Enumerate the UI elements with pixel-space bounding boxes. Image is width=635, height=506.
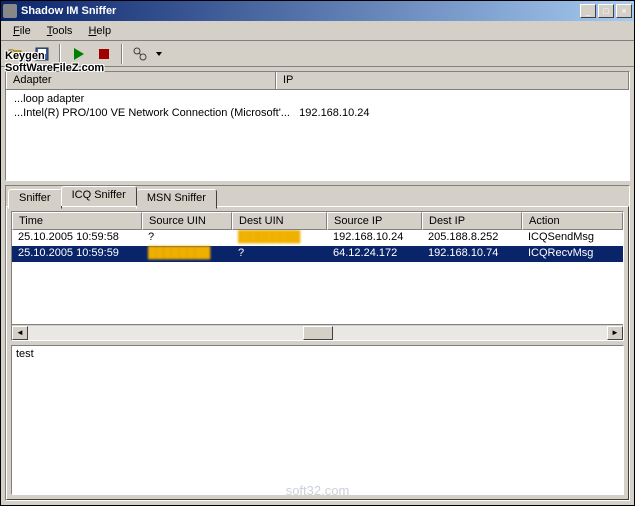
minimize-button[interactable]: _ xyxy=(580,4,596,18)
filter-button[interactable] xyxy=(129,43,151,65)
maximize-button[interactable]: □ xyxy=(598,4,614,18)
col-dest-ip[interactable]: Dest IP xyxy=(422,212,522,230)
horizontal-scrollbar[interactable]: ◄ ► xyxy=(12,324,623,340)
tab-msn-sniffer[interactable]: MSN Sniffer xyxy=(136,189,217,209)
tab-strip: Sniffer ICQ Sniffer MSN Sniffer xyxy=(6,187,629,207)
scroll-thumb[interactable] xyxy=(303,326,333,340)
col-adapter[interactable]: Adapter xyxy=(6,72,276,89)
grid-body[interactable]: 25.10.2005 10:59:58 ? ████████ 192.168.1… xyxy=(12,230,623,324)
main-window: Shadow IM Sniffer _ □ × File Tools Help xyxy=(0,0,635,506)
menu-file[interactable]: File xyxy=(5,23,39,39)
col-source-uin[interactable]: Source UIN xyxy=(142,212,232,230)
table-row[interactable]: 25.10.2005 10:59:59 ████████ ? 64.12.24.… xyxy=(12,246,623,262)
scroll-left-button[interactable]: ◄ xyxy=(12,326,28,340)
tab-icq-sniffer[interactable]: ICQ Sniffer xyxy=(61,186,137,206)
titlebar[interactable]: Shadow IM Sniffer _ □ × xyxy=(1,1,634,21)
menu-tools[interactable]: Tools xyxy=(39,23,81,39)
window-title: Shadow IM Sniffer xyxy=(21,5,580,17)
start-button[interactable] xyxy=(67,43,89,65)
col-action[interactable]: Action xyxy=(522,212,623,230)
close-button[interactable]: × xyxy=(616,4,632,18)
menu-help[interactable]: Help xyxy=(80,23,119,39)
toolbar xyxy=(1,41,634,67)
chevron-down-icon xyxy=(156,52,162,56)
play-icon xyxy=(70,46,86,62)
toolbar-separator xyxy=(59,44,61,64)
app-icon xyxy=(3,4,17,18)
menubar: File Tools Help xyxy=(1,21,634,41)
col-source-ip[interactable]: Source IP xyxy=(327,212,422,230)
adapter-row[interactable]: ...Intel(R) PRO/100 VE Network Connectio… xyxy=(8,106,627,120)
toolbar-separator xyxy=(121,44,123,64)
folder-open-icon xyxy=(8,46,24,62)
scroll-track[interactable] xyxy=(28,326,607,340)
col-ip[interactable]: IP xyxy=(276,72,629,89)
table-row[interactable]: 25.10.2005 10:59:58 ? ████████ 192.168.1… xyxy=(12,230,623,246)
stop-icon xyxy=(96,46,112,62)
content-area: Adapter IP ...loop adapter ...Intel(R) P… xyxy=(1,67,634,505)
packet-grid: Time Source UIN Dest UIN Source IP Dest … xyxy=(11,211,624,341)
grid-header: Time Source UIN Dest UIN Source IP Dest … xyxy=(12,212,623,230)
stop-button[interactable] xyxy=(93,43,115,65)
adapter-panel: Adapter IP ...loop adapter ...Intel(R) P… xyxy=(5,71,630,181)
filter-dropdown[interactable] xyxy=(155,52,163,56)
save-button[interactable] xyxy=(31,43,53,65)
tabs-container: Sniffer ICQ Sniffer MSN Sniffer Time Sou… xyxy=(5,185,630,501)
save-icon xyxy=(34,46,50,62)
tab-sniffer[interactable]: Sniffer xyxy=(8,189,62,209)
tab-content: Time Source UIN Dest UIN Source IP Dest … xyxy=(6,206,629,500)
scroll-right-button[interactable]: ► xyxy=(607,326,623,340)
adapter-row[interactable]: ...loop adapter xyxy=(8,92,627,106)
adapter-list[interactable]: ...loop adapter ...Intel(R) PRO/100 VE N… xyxy=(6,90,629,180)
filter-icon xyxy=(132,46,148,62)
col-time[interactable]: Time xyxy=(12,212,142,230)
col-dest-uin[interactable]: Dest UIN xyxy=(232,212,327,230)
detail-textarea[interactable]: test xyxy=(11,345,624,495)
adapter-header: Adapter IP xyxy=(6,72,629,90)
open-button[interactable] xyxy=(5,43,27,65)
